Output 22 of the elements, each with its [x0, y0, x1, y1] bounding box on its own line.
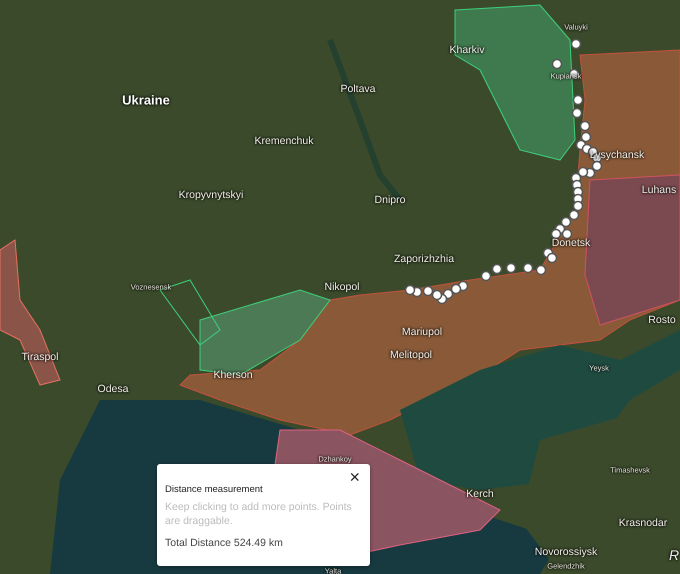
map-label: Ukraine	[122, 94, 170, 106]
map-label: Melitopol	[390, 350, 432, 360]
map-label: Novorossiysk	[534, 546, 598, 558]
map-label: Donetsk	[552, 238, 590, 248]
map-label: Kropyvnytskyi	[178, 190, 244, 200]
total-distance: Total Distance 524.49 km	[165, 537, 284, 550]
map-label: Luhans	[642, 184, 676, 196]
map-label: Poltava	[340, 84, 376, 94]
map-label: Nikopol	[324, 282, 360, 292]
instruction-text: Keep clicking to add more points. Points are draggable.	[165, 501, 353, 528]
map-label: Rosto	[648, 314, 676, 326]
map-label: Zaporizhzhia	[394, 254, 454, 264]
map-label: R	[668, 548, 680, 562]
map-label: Krasnodar	[618, 518, 668, 528]
map-label: Mariupol	[402, 326, 442, 338]
popup-title: Distance measurement	[165, 484, 264, 495]
map-label: Dnipro	[374, 194, 406, 206]
map-label: Kremenchuk	[254, 136, 314, 146]
map-label: Odesa	[98, 384, 128, 394]
map-label: Kerch	[466, 488, 494, 500]
map-label: Kharkiv	[450, 44, 484, 56]
close-button[interactable]: ×	[347, 468, 362, 486]
